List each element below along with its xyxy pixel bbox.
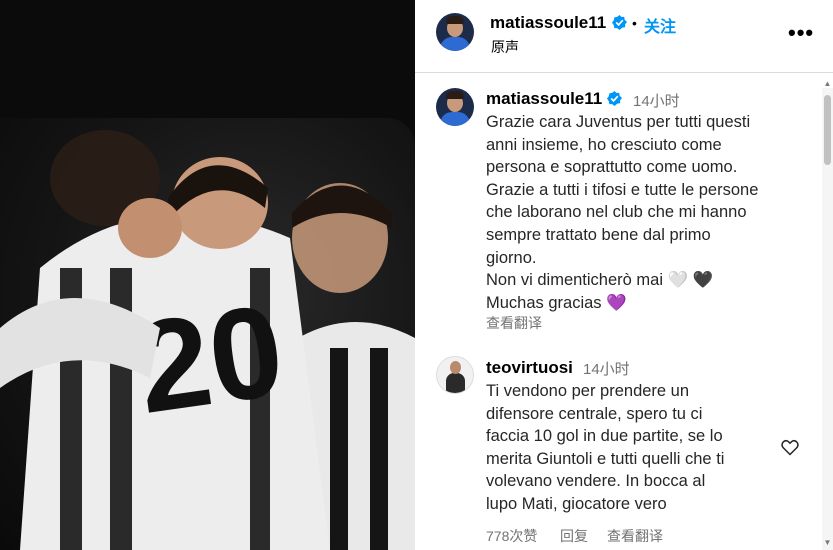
comment-text: Ti vendono per prendere un difensore cen… <box>486 382 725 513</box>
post-header: matiassoule11 • 关注 原声 ••• <box>415 0 833 73</box>
photo-illustration: 20 <box>0 130 415 550</box>
author-username[interactable]: matiassoule11 <box>490 13 606 33</box>
comment-likes-count[interactable]: 778次赞 <box>486 526 537 546</box>
caption-timestamp[interactable]: 14小时 <box>633 90 680 111</box>
separator-dot: • <box>632 15 637 31</box>
heart-outline-icon[interactable] <box>780 437 800 457</box>
verified-badge-icon <box>607 91 622 106</box>
caption-text: Grazie cara Juventus per tutti questi an… <box>486 113 759 312</box>
scroll-down-icon[interactable]: ▼ <box>823 538 832 547</box>
audio-label[interactable]: 原声 <box>491 37 519 57</box>
post-photo: 20 <box>0 118 415 550</box>
scrollbar-thumb[interactable] <box>824 95 831 165</box>
caption-author-username[interactable]: matiassoule11 <box>486 89 602 109</box>
comment-timestamp[interactable]: 14小时 <box>583 358 630 379</box>
comment-translate-link[interactable]: 查看翻译 <box>607 526 663 546</box>
more-options-icon[interactable]: ••• <box>788 20 814 46</box>
comment-reply-button[interactable]: 回复 <box>560 526 588 546</box>
post-media[interactable]: 20 <box>0 0 415 550</box>
caption-translate-link[interactable]: 查看翻译 <box>486 313 542 333</box>
caption-author-avatar[interactable] <box>436 88 474 126</box>
comments-panel: matiassoule11 • 关注 原声 ••• matiassoule11 … <box>415 0 833 550</box>
scroll-up-icon[interactable]: ▲ <box>823 79 832 88</box>
comment-author-avatar[interactable] <box>436 356 474 394</box>
follow-button[interactable]: 关注 <box>644 13 676 37</box>
verified-badge-icon <box>612 15 627 30</box>
comment-author-username[interactable]: teovirtuosi <box>486 358 573 378</box>
author-avatar[interactable] <box>436 13 474 51</box>
